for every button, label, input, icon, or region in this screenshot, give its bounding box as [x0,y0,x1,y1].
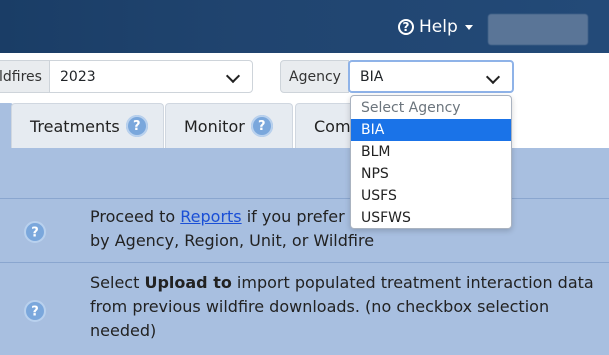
dropdown-option-placeholder[interactable]: Select Agency [351,97,511,119]
reports-line-1: Proceed to Reports if you prefer tlectio… [90,205,600,229]
help-label: Help [419,17,458,37]
wildfires-year-select[interactable]: 2023 [49,60,253,93]
text-segment: Proceed to [90,207,181,226]
dropdown-option-usfs[interactable]: USFS [351,185,511,207]
agency-select[interactable]: BIA [348,60,514,93]
text-segment: Select [90,273,145,292]
tab-com-label: Com [314,116,351,136]
filter-row: ldfires 2023 Agency BIA [0,53,609,99]
svg-text:?: ? [31,305,39,320]
agency-dropdown-list: Select Agency BIA BLM NPS USFS USFWS [350,95,512,229]
user-menu-redacted[interactable] [488,14,588,45]
content-header-band [0,148,609,198]
dropdown-option-usfws[interactable]: USFWS [351,207,511,229]
help-question-icon[interactable]: ? [24,300,46,322]
chevron-down-icon [225,68,241,84]
help-question-icon[interactable]: ? [250,115,273,137]
wildfires-label-text: ldfires [0,68,42,85]
upload-bold-text: Upload to [144,273,232,292]
agency-select-value: BIA [360,68,384,85]
tab-monitor-label: Monitor [184,116,245,136]
reports-line-2: by Agency, Region, Unit, or Wildfire [90,231,375,250]
info-row-upload: ? Select Upload to import populated trea… [0,262,609,355]
dropdown-option-blm[interactable]: BLM [351,141,511,163]
agency-label-text: Agency [289,68,341,85]
text-segment: if you prefer t [241,207,357,226]
chevron-down-icon [485,69,501,85]
tab-monitor[interactable]: Monitor ? [165,103,293,148]
reports-instruction-text: Proceed to Reports if you prefer tlectio… [90,205,600,253]
dropdown-option-nps[interactable]: NPS [351,163,511,185]
caret-down-icon [464,24,473,30]
help-menu[interactable]: ? Help [398,14,473,40]
top-navbar: ? Help [0,0,609,53]
upload-instruction-text: Select Upload to import populated treatm… [90,271,600,343]
wildfires-year-value: 2023 [60,68,96,85]
wildfires-label: ldfires [0,60,50,93]
reports-link[interactable]: Reports [180,207,241,226]
tab-treatments-label: Treatments [30,116,120,136]
agency-label: Agency [280,60,349,93]
tab-treatments[interactable]: Treatments ? [11,103,164,148]
dropdown-option-bia[interactable]: BIA [351,119,511,141]
help-question-icon[interactable]: ? [125,115,148,137]
tab-bar: Treatments ? Monitor ? Com [0,99,609,148]
question-circle-icon: ? [398,19,414,35]
help-question-icon[interactable]: ? [24,221,46,243]
info-row-reports: ? Proceed to Reports if you prefer tlect… [0,198,609,263]
svg-text:?: ? [31,226,39,241]
